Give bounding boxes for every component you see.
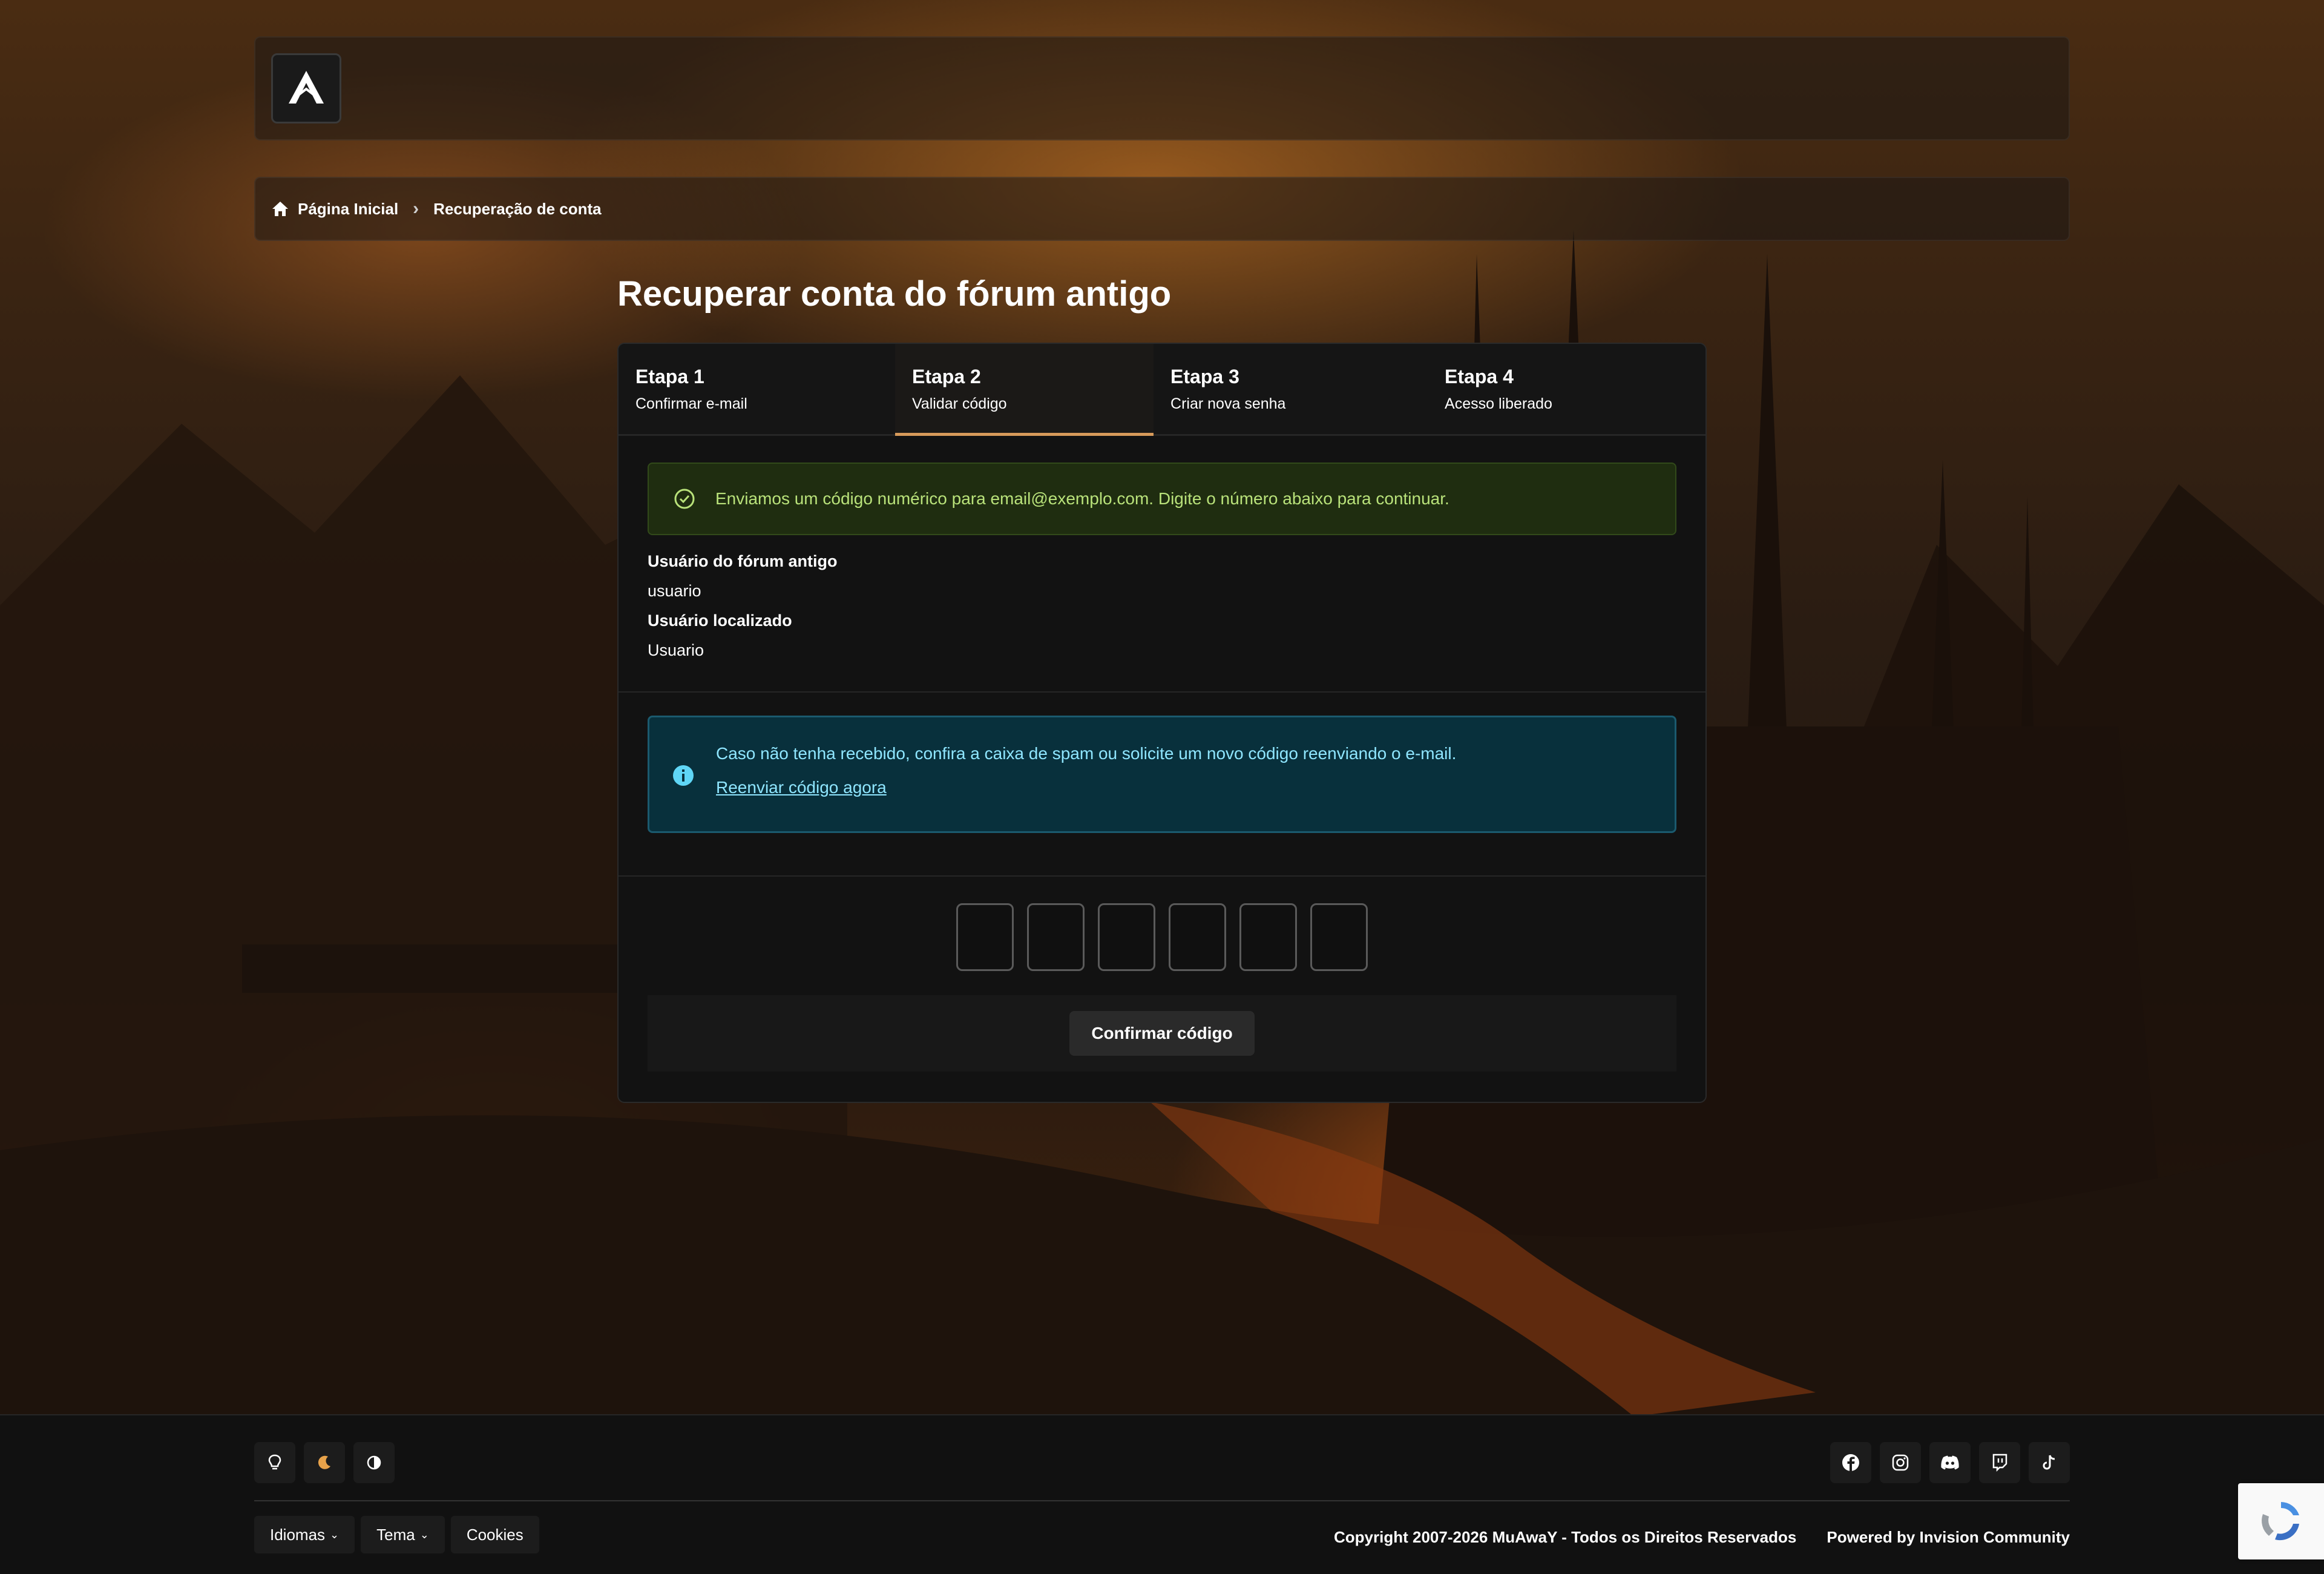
user-info: Usuário do fórum antigo usuario Usuário … — [648, 553, 838, 659]
instagram-icon — [1892, 1454, 1909, 1471]
confirm-code-button[interactable]: Confirmar código — [1069, 1011, 1255, 1056]
languages-menu[interactable]: Idiomas ⌄ — [254, 1516, 355, 1553]
info-alert-text: Caso não tenha recebido, confira a caixa… — [716, 744, 1457, 763]
found-user-value: Usuario — [648, 641, 704, 659]
twitch-icon — [1992, 1454, 2007, 1472]
found-user-label: Usuário localizado — [648, 611, 792, 630]
tiktok-icon — [2043, 1455, 2055, 1470]
breadcrumb-current: Recuperação de conta — [433, 199, 602, 218]
theme-label: Tema — [376, 1525, 415, 1544]
site-header — [254, 36, 2070, 140]
footer-menu: Idiomas ⌄ Tema ⌄ Cookies — [254, 1516, 539, 1553]
divider — [619, 875, 1705, 877]
moon-icon — [318, 1455, 330, 1469]
step-tab-4[interactable]: Etapa 4 Acesso liberado — [1428, 344, 1705, 434]
powered-by-link[interactable]: Powered by Invision Community — [1827, 1528, 2070, 1547]
step-tab-3[interactable]: Etapa 3 Criar nova senha — [1154, 344, 1428, 434]
light-mode-button[interactable] — [254, 1442, 295, 1483]
step-title: Etapa 4 — [1445, 366, 1514, 387]
old-user-label: Usuário do fórum antigo — [648, 552, 838, 570]
step-title: Etapa 2 — [911, 366, 981, 387]
form-actions: Confirmar código — [648, 995, 1676, 1072]
success-alert: Enviamos um código numérico para email@e… — [648, 463, 1676, 535]
chevron-down-icon: ⌄ — [330, 1528, 340, 1541]
site-footer: Idiomas ⌄ Tema ⌄ Cookies Copyright 2007-… — [0, 1414, 2324, 1574]
theme-mode-buttons — [254, 1442, 395, 1483]
step-title: Etapa 1 — [635, 366, 704, 387]
step-subtitle: Validar código — [911, 395, 1007, 412]
recovery-card: Etapa 1 Confirmar e-mail Etapa 2 Validar… — [617, 343, 1707, 1103]
step-tab-1[interactable]: Etapa 1 Confirmar e-mail — [619, 344, 895, 434]
theme-menu[interactable]: Tema ⌄ — [361, 1516, 445, 1553]
info-alert: Caso não tenha recebido, confira a caixa… — [648, 716, 1676, 833]
home-icon — [272, 202, 288, 216]
footer-divider — [254, 1500, 2070, 1501]
resend-code-link[interactable]: Reenviar código agora — [716, 778, 887, 797]
chevron-down-icon: ⌄ — [419, 1528, 429, 1541]
page-title: Recuperar conta do fórum antigo — [617, 274, 1172, 314]
footer-legal: Copyright 2007-2026 MuAwaY - Todos os Di… — [1334, 1528, 2070, 1547]
breadcrumb-home[interactable]: Página Inicial — [271, 200, 398, 219]
success-alert-text: Enviamos um código numérico para email@e… — [715, 489, 1449, 508]
step-tabs: Etapa 1 Confirmar e-mail Etapa 2 Validar… — [619, 344, 1705, 436]
lightbulb-icon — [268, 1454, 281, 1470]
code-digit-input-6[interactable] — [1310, 903, 1368, 971]
dark-mode-button[interactable] — [304, 1442, 345, 1483]
logo-icon — [289, 71, 324, 104]
breadcrumb: Página Inicial › Recuperação de conta — [254, 177, 2070, 241]
contrast-mode-button[interactable] — [353, 1442, 395, 1483]
breadcrumb-home-label: Página Inicial — [298, 199, 399, 218]
check-circle-icon — [674, 489, 695, 509]
copyright-text: Copyright 2007-2026 MuAwaY - Todos os Di… — [1334, 1528, 1797, 1546]
cookies-link[interactable]: Cookies — [450, 1516, 539, 1553]
tiktok-link[interactable] — [2029, 1442, 2070, 1483]
twitch-link[interactable] — [1979, 1442, 2020, 1483]
step-subtitle: Criar nova senha — [1170, 395, 1286, 412]
step-subtitle: Acesso liberado — [1445, 395, 1552, 412]
old-user-value: usuario — [648, 582, 701, 600]
code-digit-input-1[interactable] — [956, 903, 1014, 971]
code-digit-input-2[interactable] — [1027, 903, 1085, 971]
instagram-link[interactable] — [1880, 1442, 1921, 1483]
step-tab-2[interactable]: Etapa 2 Validar código — [894, 344, 1154, 436]
divider — [619, 691, 1705, 693]
info-icon — [673, 765, 694, 786]
code-digit-input-3[interactable] — [1098, 903, 1155, 971]
facebook-icon — [1842, 1454, 1859, 1471]
social-links — [1830, 1442, 2070, 1483]
discord-icon — [1941, 1455, 1959, 1470]
chevron-right-icon: › — [413, 199, 419, 219]
background-bridge — [242, 944, 629, 993]
site-logo[interactable] — [271, 53, 341, 123]
step-subtitle: Confirmar e-mail — [635, 395, 747, 412]
code-digit-input-5[interactable] — [1239, 903, 1297, 971]
contrast-icon — [367, 1455, 381, 1470]
step-title: Etapa 3 — [1170, 366, 1239, 387]
discord-link[interactable] — [1929, 1442, 1971, 1483]
recaptcha-badge[interactable] — [2238, 1483, 2324, 1559]
code-input-group — [619, 903, 1705, 971]
cookies-label: Cookies — [466, 1525, 524, 1544]
facebook-link[interactable] — [1830, 1442, 1871, 1483]
languages-label: Idiomas — [270, 1525, 326, 1544]
recaptcha-icon — [2262, 1502, 2299, 1541]
code-digit-input-4[interactable] — [1169, 903, 1226, 971]
